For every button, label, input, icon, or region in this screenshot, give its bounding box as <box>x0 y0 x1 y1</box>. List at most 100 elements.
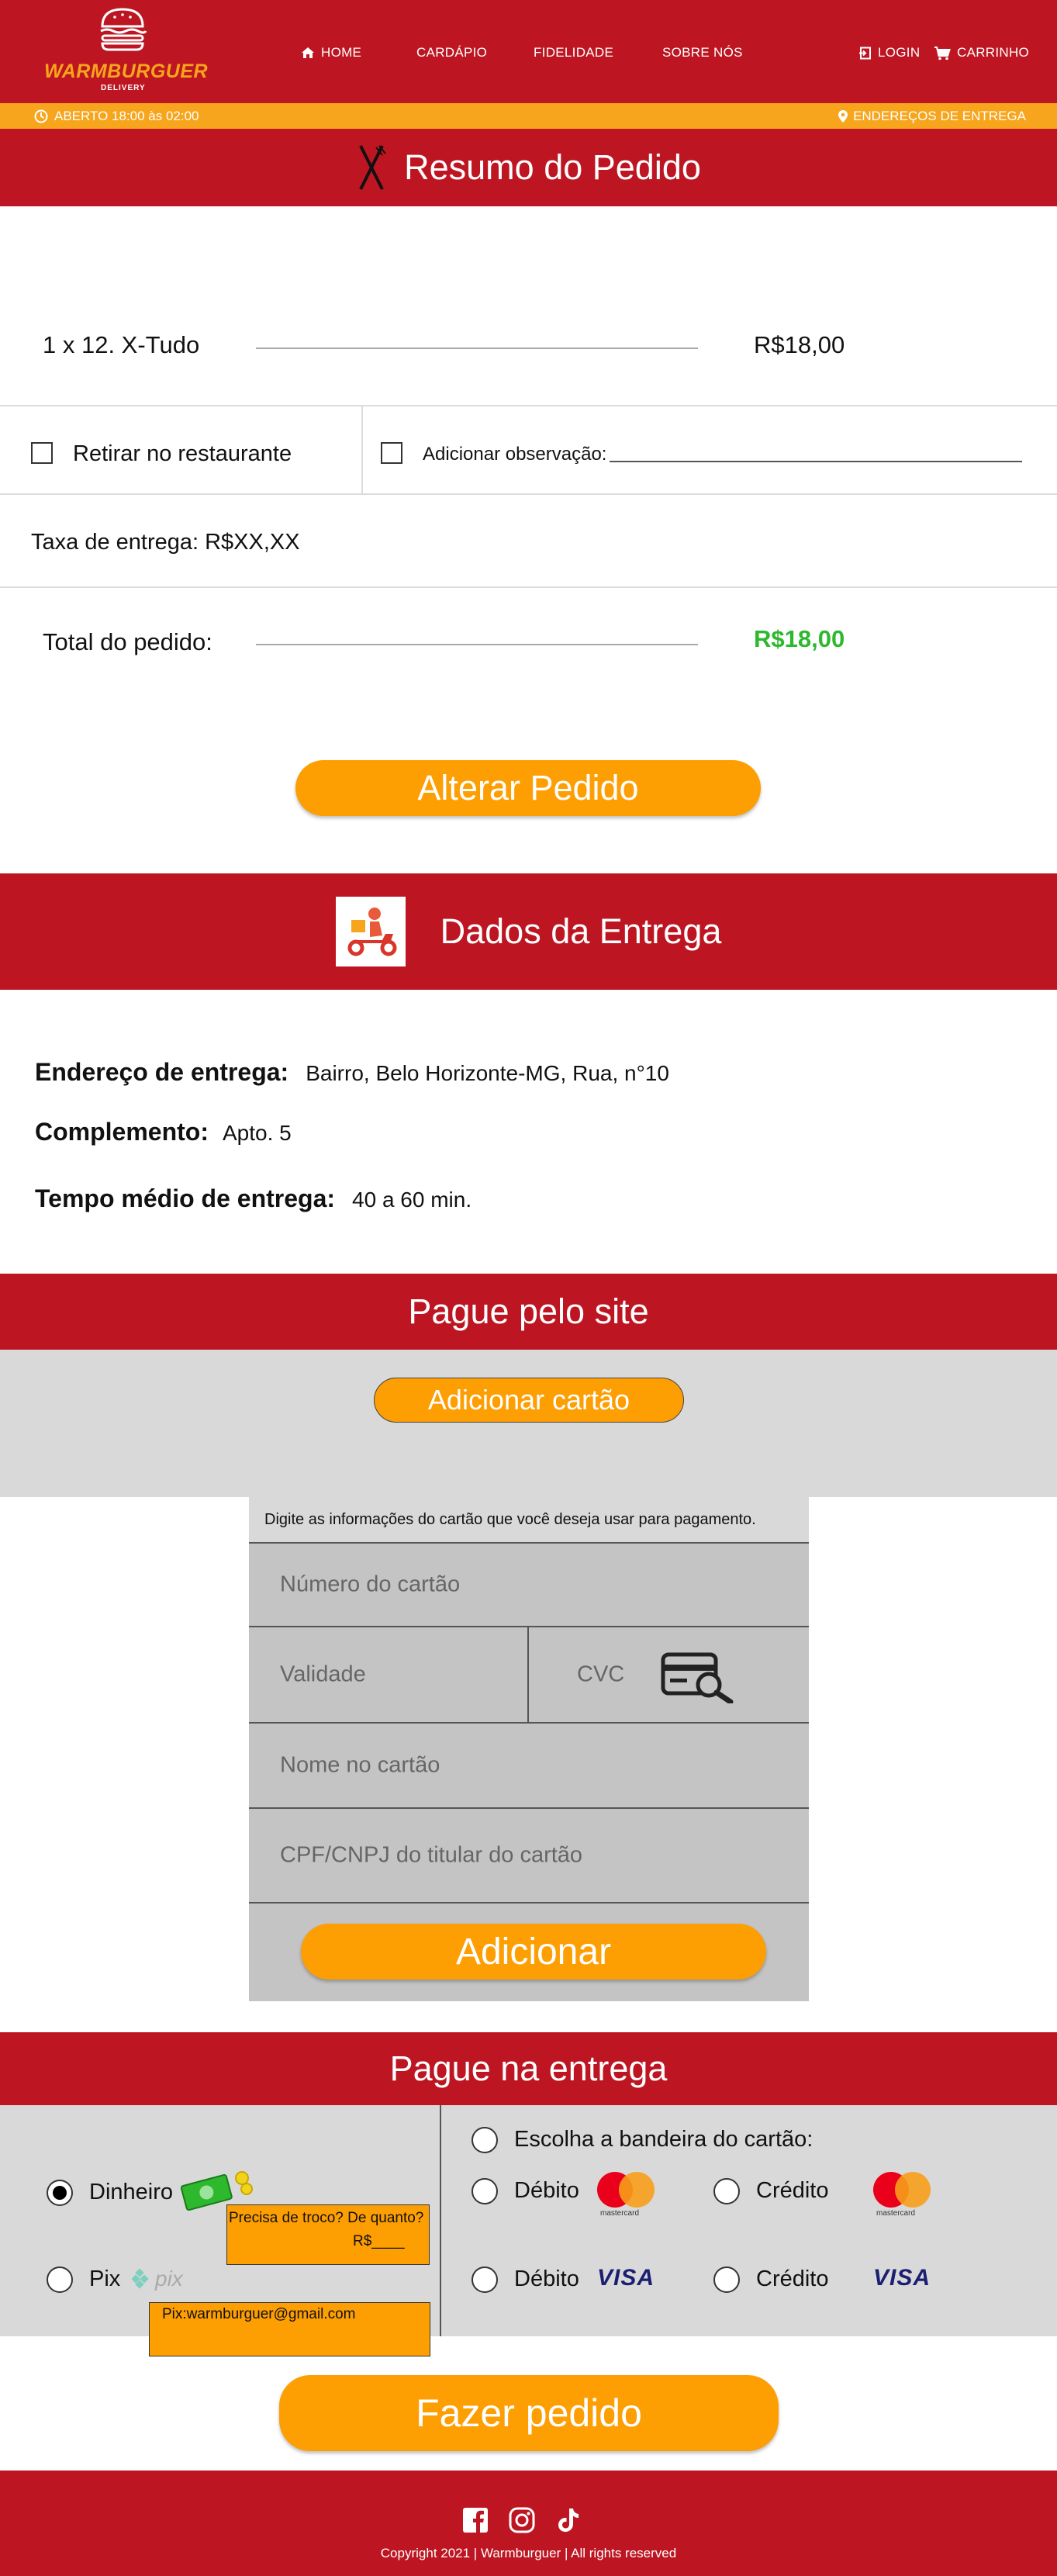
delivery-time-value: 40 a 60 min. <box>352 1188 472 1212</box>
cash-label: Dinheiro <box>89 2180 173 2204</box>
debit-visa-label: Débito <box>514 2267 579 2291</box>
opening-hours-text: ABERTO 18:00 às 02:00 <box>54 109 199 123</box>
expiry-placeholder: Validade <box>280 1661 366 1687</box>
credit-mastercard-radio[interactable] <box>713 2178 740 2204</box>
card-number-input[interactable]: Número do cartão <box>249 1544 809 1627</box>
debit-mastercard-radio[interactable] <box>472 2178 498 2204</box>
card-name-placeholder: Nome no cartão <box>280 1752 440 1778</box>
cvc-card-icon <box>661 1652 734 1703</box>
delivery-time: Tempo médio de entrega: 40 a 60 min. <box>35 1184 472 1213</box>
cart-label: CARRINHO <box>957 45 1030 60</box>
pickup-checkbox[interactable] <box>31 442 53 464</box>
pay-online-title: Pague pelo site <box>408 1291 649 1331</box>
total-value: R$18,00 <box>754 625 845 652</box>
divider <box>0 405 1057 406</box>
pix-icon <box>132 2269 149 2289</box>
cart-link[interactable]: CARRINHO <box>934 45 1029 61</box>
divider <box>0 493 1057 495</box>
delivery-complement-label: Complemento: <box>35 1118 209 1146</box>
nav-home-label: HOME <box>321 45 362 60</box>
change-note[interactable]: Precisa de troco? De quanto? R$____ <box>226 2204 430 2265</box>
brand-subtitle: DELIVERY <box>101 84 146 92</box>
cvc-placeholder: CVC <box>577 1661 625 1687</box>
facebook-icon[interactable] <box>462 2507 489 2533</box>
debit-visa-radio[interactable] <box>472 2267 498 2293</box>
pix-logo: pix <box>132 2267 183 2291</box>
credit-visa-label: Crédito <box>756 2267 829 2291</box>
cvc-input[interactable]: CVC <box>529 1627 809 1724</box>
login-link[interactable]: LOGIN <box>858 45 920 61</box>
change-order-button[interactable]: Alterar Pedido <box>295 760 761 816</box>
nav-cardapio[interactable]: CARDÁPIO <box>416 45 487 61</box>
cash-money-icon <box>180 2171 253 2211</box>
login-label: LOGIN <box>878 45 921 60</box>
card-brand-radio[interactable] <box>472 2127 498 2153</box>
debit-mastercard-label: Débito <box>514 2178 579 2203</box>
nav-sobre-nos[interactable]: SOBRE NÓS <box>662 45 743 61</box>
pix-radio[interactable] <box>47 2267 73 2293</box>
order-item-price: R$18,00 <box>754 331 845 358</box>
mastercard-text: mastercard <box>600 2209 640 2218</box>
add-card-submit-button[interactable]: Adicionar <box>301 1924 766 1980</box>
delivery-address-value: Bairro, Belo Horizonte-MG, Rua, n°10 <box>306 1061 669 1085</box>
pix-label: Pix <box>89 2267 121 2291</box>
delivery-addresses-label: ENDEREÇOS DE ENTREGA <box>853 109 1026 123</box>
add-card-button[interactable]: Adicionar cartão <box>374 1378 684 1423</box>
visa-logo-credit: VISA <box>873 2265 931 2291</box>
card-form-instructions-text: Digite as informações do cartão que você… <box>264 1510 756 1528</box>
nav-fidelidade-label: FIDELIDADE <box>534 45 614 60</box>
instagram-icon[interactable] <box>509 2507 535 2533</box>
delivery-banner: Dados da Entrega <box>0 873 1057 990</box>
delivery-fee: Taxa de entrega: R$XX,XX <box>31 530 300 555</box>
pix-key-note[interactable]: Pix:warmburguer@gmail.com <box>149 2302 430 2356</box>
delivery-complement: Complemento: Apto. 5 <box>35 1118 292 1146</box>
cart-icon <box>934 46 951 60</box>
change-amount: R$____ <box>353 2233 405 2249</box>
change-order-button-label: Alterar Pedido <box>417 768 639 807</box>
status-bar: ABERTO 18:00 às 02:00 ENDEREÇOS DE ENTRE… <box>0 103 1057 129</box>
divider <box>0 586 1057 588</box>
cash-radio[interactable] <box>47 2180 73 2206</box>
place-order-button[interactable]: Fazer pedido <box>279 2375 779 2451</box>
card-name-input[interactable]: Nome no cartão <box>249 1724 809 1809</box>
copyright: Copyright 2021 | Warmburguer | All right… <box>380 2546 677 2560</box>
change-question: Precisa de troco? De quanto? <box>229 2210 424 2226</box>
nav-home[interactable]: HOME <box>301 45 361 61</box>
tiktok-icon[interactable] <box>555 2507 582 2533</box>
nav-sobre-nos-label: SOBRE NÓS <box>662 45 743 60</box>
mastercard-text: mastercard <box>876 2209 916 2218</box>
delivery-address-label: Endereço de entrega: <box>35 1058 289 1086</box>
note-label: Adicionar observação: <box>423 444 607 465</box>
visa-logo-debit: VISA <box>597 2265 655 2291</box>
pix-logo-text: pix <box>155 2267 183 2291</box>
card-brand-prompt: Escolha a bandeira do cartão: <box>514 2127 813 2152</box>
pickup-label: Retirar no restaurante <box>73 441 292 466</box>
site-footer: Copyright 2021 | Warmburguer | All right… <box>0 2471 1057 2576</box>
delivery-address: Endereço de entrega: Bairro, Belo Horizo… <box>35 1058 669 1087</box>
credit-visa-radio[interactable] <box>713 2267 740 2293</box>
pay-on-delivery-banner: Pague na entrega <box>0 2032 1057 2105</box>
nav-fidelidade[interactable]: FIDELIDADE <box>534 45 613 61</box>
opening-hours: ABERTO 18:00 às 02:00 <box>34 109 199 124</box>
social-links <box>462 2507 582 2533</box>
pix-key: Pix:warmburguer@gmail.com <box>162 2306 356 2322</box>
order-item-name: 1 x 12. X-Tudo <box>43 331 200 358</box>
note-input[interactable] <box>610 461 1022 462</box>
site-header: WARMBURGUER DELIVERY HOME CARDÁPIO FIDEL… <box>0 0 1057 103</box>
pay-on-delivery-divider <box>440 2105 441 2336</box>
delivery-title: Dados da Entrega <box>440 911 722 951</box>
login-icon <box>859 47 871 59</box>
expiry-input[interactable]: Validade <box>249 1627 529 1724</box>
brand-name: WARMBURGUER <box>44 61 209 82</box>
delivery-addresses-link[interactable]: ENDEREÇOS DE ENTREGA <box>838 109 1026 124</box>
card-document-input[interactable]: CPF/CNPJ do titular do cartão <box>249 1809 809 1903</box>
location-pin-icon <box>838 110 848 123</box>
note-checkbox[interactable] <box>381 442 402 464</box>
credit-mastercard-label: Crédito <box>756 2178 829 2203</box>
card-document-placeholder: CPF/CNPJ do titular do cartão <box>280 1842 583 1868</box>
order-item-leader-line <box>256 348 698 349</box>
pay-online-panel <box>0 1350 1057 1497</box>
order-summary-title: Resumo do Pedido <box>404 147 701 187</box>
order-summary-banner: Resumo do Pedido <box>0 129 1057 206</box>
delivery-complement-value: Apto. 5 <box>223 1121 292 1145</box>
